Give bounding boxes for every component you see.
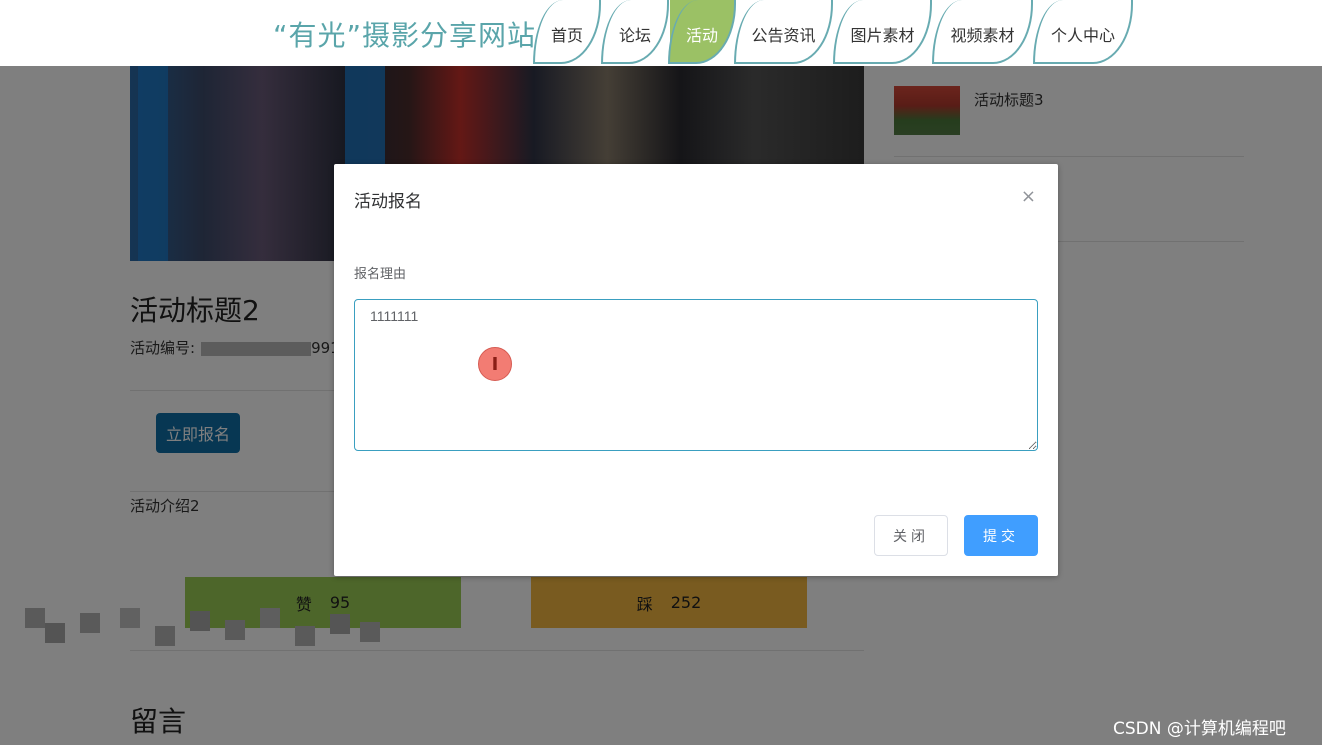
- nav-item-personal-center[interactable]: 个人中心: [1033, 0, 1133, 64]
- site-header: “有光”摄影分享网站 首页 论坛 活动 公告资讯 图片素材 视频素材 个人中心: [0, 0, 1322, 66]
- close-icon[interactable]: ×: [1021, 186, 1036, 207]
- watermark: CSDN @计算机编程吧: [1113, 719, 1286, 739]
- reason-textarea[interactable]: 1111111: [354, 299, 1038, 451]
- nav-item-home[interactable]: 首页: [533, 0, 601, 64]
- reason-label: 报名理由: [354, 267, 407, 282]
- signup-dialog: 活动报名 × 报名理由 1111111 关闭 提交: [334, 164, 1058, 576]
- dialog-title: 活动报名: [354, 192, 422, 212]
- nav-item-label: 公告资讯: [751, 26, 816, 45]
- nav-item-image-materials[interactable]: 图片素材: [833, 0, 932, 64]
- nav-item-label: 图片素材: [850, 26, 915, 45]
- nav-item-announcements[interactable]: 公告资讯: [734, 0, 833, 64]
- nav-item-activity[interactable]: 活动: [668, 0, 736, 64]
- nav-item-label: 个人中心: [1050, 26, 1115, 45]
- nav-item-label: 论坛: [618, 26, 651, 45]
- text-cursor-icon: I: [478, 347, 512, 381]
- nav-item-label: 首页: [550, 26, 583, 45]
- nav-item-label: 活动: [685, 26, 718, 45]
- submit-button[interactable]: 提交: [964, 515, 1038, 556]
- nav-item-video-materials[interactable]: 视频素材: [932, 0, 1033, 64]
- nav-item-forum[interactable]: 论坛: [601, 0, 669, 64]
- nav-item-label: 视频素材: [950, 26, 1015, 45]
- close-button[interactable]: 关闭: [874, 515, 948, 556]
- site-title[interactable]: “有光”摄影分享网站: [273, 14, 536, 54]
